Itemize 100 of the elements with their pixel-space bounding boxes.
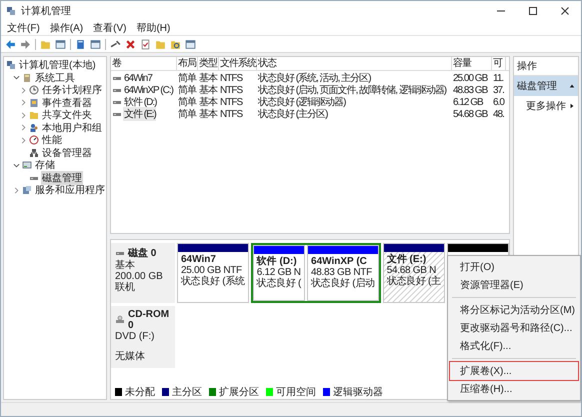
context-menu-item[interactable]: 扩展卷(X)... (450, 362, 578, 380)
menu-item[interactable]: 查看(V) (93, 21, 126, 35)
tree-item[interactable]: 系统工具 (34, 70, 76, 85)
table-cell-text: 54.68 GB (452, 108, 489, 120)
partition-size: 6.12 GB N (256, 267, 302, 278)
expanded-chevron-icon[interactable] (13, 74, 20, 82)
users-icon (29, 122, 39, 133)
legend-label: 逻辑驱动器 (333, 386, 383, 399)
table-cell-text: 简单 (177, 72, 198, 84)
table-cell-text: 25.00 GB (452, 72, 489, 84)
tree-item[interactable]: 存储 (34, 158, 56, 172)
partition-block[interactable]: 64Win7 25.00 GB NTF 状态良好 (系统 (177, 243, 249, 303)
table-cell-text: NTFS (219, 96, 244, 108)
help-book-icon[interactable] (75, 38, 86, 50)
context-menu-item[interactable]: 资源管理器(E) (450, 276, 578, 294)
tree-item[interactable]: 共享文件夹 (41, 108, 93, 122)
column-header[interactable]: 可 (492, 57, 506, 70)
disk-detail: 无媒体 (115, 351, 146, 362)
partition-name: 64Win7 (180, 254, 217, 265)
maximize-icon (528, 6, 538, 16)
legend-label: 可用空间 (276, 386, 316, 399)
table-cell-text: 基本 (198, 108, 218, 121)
table-cell-text: 简单 (177, 96, 198, 108)
table-cell-text: 状态良好 (系统, 活动, 主分区) (257, 72, 372, 84)
tree-item[interactable]: 计算机管理(本地) (18, 58, 97, 72)
partition-status: 状态良好 (启动 (310, 278, 376, 289)
action-link[interactable]: 更多操作 (526, 99, 566, 113)
disk-detail: 基本 (115, 260, 136, 271)
disk-name: 磁盘 0 (128, 246, 156, 260)
column-header[interactable]: 文件系统 (219, 57, 257, 70)
table-cell-text: 11. (492, 72, 504, 84)
column-header[interactable]: 状态 (257, 57, 452, 70)
legend-label: 扩展分区 (219, 386, 259, 399)
partition-block[interactable]: 64WinXP (C 48.83 GB NTF 状态良好 (启动 (307, 245, 379, 301)
tree-item[interactable]: 设备管理器 (41, 146, 93, 160)
tree-item[interactable]: 任务计划程序 (41, 83, 103, 98)
back-arrow-icon[interactable] (5, 38, 16, 50)
context-menu-item[interactable]: 格式化(F)... (450, 337, 578, 355)
table-cell-text: NTFS (219, 84, 244, 96)
volume-name[interactable]: 64Win7 (123, 72, 152, 84)
partition-status: 状态良好 ( (256, 278, 302, 289)
table-cell-text: 6.0 (492, 96, 506, 108)
tree-item[interactable]: 磁盘管理 (41, 170, 83, 185)
legend-label: 主分区 (172, 386, 202, 399)
context-menu-item[interactable]: 更改驱动器号和路径(C)... (450, 319, 578, 337)
partition-block[interactable]: 文件 (E:) 54.68 GB N 状态良好 (主 (382, 243, 445, 303)
actions-section-header[interactable]: 磁盘管理 (514, 76, 578, 96)
volume-name[interactable]: 软件 (D:) (123, 95, 156, 109)
partition-name: 文件 (E:) (386, 254, 428, 265)
collapsed-chevron-icon[interactable] (20, 136, 27, 144)
context-menu-item[interactable]: 将分区标记为活动分区(M) (450, 301, 578, 319)
table-cell-text: 37. (492, 84, 505, 96)
collapsed-chevron-icon[interactable] (20, 99, 27, 106)
volume-name[interactable]: 64WinXP (C:) (123, 84, 173, 96)
menu-item[interactable]: 帮助(H) (136, 21, 170, 35)
volume-name[interactable]: 文件 (E:) (123, 107, 156, 121)
expanded-chevron-icon[interactable] (13, 162, 20, 169)
collapsed-chevron-icon[interactable] (13, 186, 20, 194)
table-cell-text: 状态良好 (逻辑驱动器) (257, 96, 347, 108)
tree-item[interactable]: 事件查看器 (41, 96, 93, 110)
menu-item[interactable]: 文件(F) (7, 21, 40, 35)
tree-item[interactable]: 性能 (41, 133, 63, 148)
disk-detail: DVD (F:) (115, 331, 156, 342)
table-cell-text: 基本 (198, 84, 218, 96)
partition-size: 25.00 GB NTF (180, 265, 242, 276)
column-header[interactable]: 容量 (452, 57, 492, 70)
legend-label: 未分配 (125, 386, 155, 399)
partition-block[interactable]: 软件 (D:) 6.12 GB N 状态良好 ( (252, 245, 306, 301)
collapse-arrow-icon[interactable] (569, 83, 575, 89)
partition-size: 54.68 GB N (386, 265, 436, 276)
disk-detail: 200.00 GB (115, 271, 164, 282)
table-cell-text: 48.83 GB (452, 84, 489, 96)
collapsed-chevron-icon[interactable] (20, 124, 27, 132)
context-menu-item[interactable]: 打开(O) (450, 258, 578, 276)
delete-icon[interactable] (125, 38, 136, 50)
collapsed-chevron-icon[interactable] (20, 112, 27, 119)
gauge-icon (29, 135, 39, 146)
menu-item[interactable]: 操作(A) (50, 21, 84, 35)
window-icon[interactable] (185, 38, 196, 50)
column-header[interactable]: 类型 (198, 57, 219, 70)
tree-item[interactable]: 本地用户和组 (41, 120, 103, 135)
clock-icon (29, 85, 39, 96)
folder-search-icon[interactable] (170, 38, 181, 50)
table-cell-text: 简单 (177, 108, 198, 121)
panel-icon[interactable] (55, 38, 66, 50)
log-icon (29, 98, 39, 108)
submenu-arrow-icon[interactable] (569, 103, 575, 109)
document-check-icon[interactable] (140, 38, 151, 50)
table-cell-text: 6.12 GB (452, 96, 484, 108)
disk-name: CD-ROM 0 (128, 309, 170, 331)
panel-icon[interactable] (90, 38, 101, 50)
forward-arrow-icon[interactable] (20, 38, 31, 50)
table-cell-text: 基本 (198, 72, 218, 84)
column-header[interactable]: 布局 (177, 57, 198, 70)
folder-icon (29, 110, 39, 120)
column-header[interactable]: 卷 (111, 57, 177, 70)
tree-item[interactable]: 服务和应用程序 (34, 183, 106, 198)
window-title: 计算机管理 (21, 4, 71, 18)
collapsed-chevron-icon[interactable] (20, 86, 27, 94)
context-menu-item[interactable]: 压缩卷(H)... (450, 380, 578, 398)
